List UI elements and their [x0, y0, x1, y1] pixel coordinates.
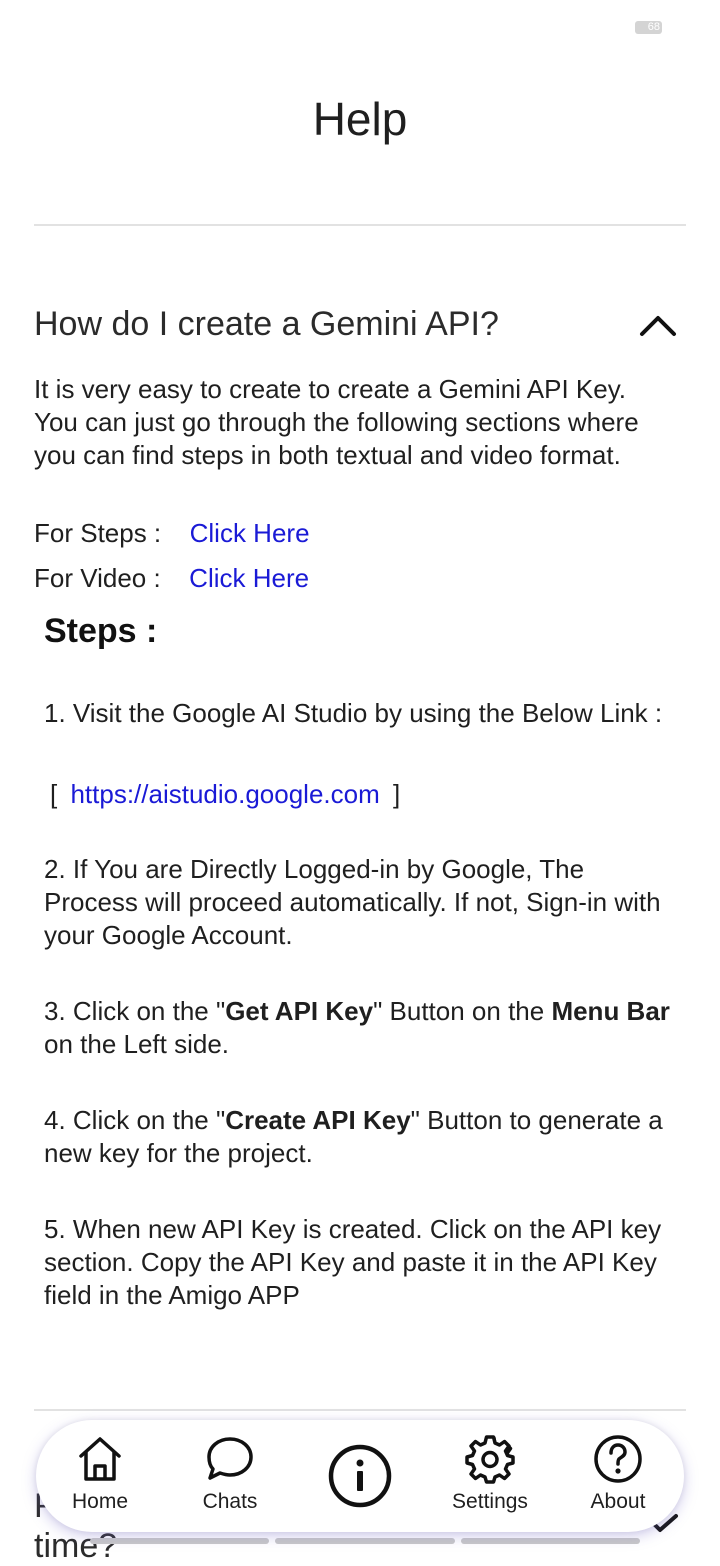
step-3-suffix: on the Left side. — [44, 1029, 230, 1059]
nav-info[interactable] — [328, 1444, 392, 1508]
nav-home[interactable]: Home — [45, 1434, 155, 1514]
video-link-row: For Video : Click Here — [34, 563, 309, 594]
nav-about-label: About — [590, 1490, 646, 1513]
faq-question[interactable]: How do I create a Gemini API? — [34, 305, 499, 344]
step-4-bold-create-api-key: Create API Key — [225, 1105, 411, 1135]
steps-heading: Steps : — [44, 612, 158, 650]
bracket-open: [ — [50, 779, 58, 809]
step-4: 4. Click on the "Create API Key" Button … — [44, 1104, 674, 1170]
nav-settings-label: Settings — [452, 1490, 528, 1513]
nav-chats-label: Chats — [202, 1490, 258, 1513]
steps-link-row: For Steps : Click Here — [34, 518, 310, 549]
next-faq-question-line2[interactable]: time? — [34, 1526, 117, 1566]
step-1-text: 1. Visit the Google AI Studio by using t… — [44, 698, 663, 728]
step-1: 1. Visit the Google AI Studio by using t… — [44, 697, 674, 730]
step-3: 3. Click on the "Get API Key" Button on … — [44, 995, 674, 1061]
chevron-up-icon[interactable] — [636, 306, 680, 342]
battery-indicator: 68 — [635, 21, 662, 34]
title-divider — [34, 224, 686, 226]
help-circle-icon — [594, 1435, 642, 1483]
aistudio-link[interactable]: https://aistudio.google.com — [70, 779, 379, 809]
step-2: 2. If You are Directly Logged-in by Goog… — [44, 854, 661, 950]
video-link-label: For Video : — [34, 563, 161, 593]
gear-icon — [465, 1435, 515, 1484]
step-3-middle: " Button on the — [373, 996, 552, 1026]
steps-link[interactable]: Click Here — [190, 518, 310, 548]
nav-chats[interactable]: Chats — [175, 1434, 285, 1514]
faq-answer: It is very easy to create to create a Ge… — [34, 374, 639, 470]
bracket-close: ] — [393, 779, 401, 809]
chat-bubble-icon — [207, 1437, 253, 1480]
nav-settings[interactable]: Settings — [435, 1434, 545, 1514]
bottom-navigation: Home Chats Settings About — [36, 1420, 684, 1532]
page-title: Help — [312, 93, 408, 145]
step-3-bold-menu-bar: Menu Bar — [551, 996, 670, 1026]
step-4-prefix: 4. Click on the " — [44, 1105, 226, 1135]
nav-home-label: Home — [71, 1490, 129, 1513]
steps-link-label: For Steps : — [34, 518, 162, 548]
step-3-prefix: 3. Click on the " — [44, 996, 226, 1026]
step-5: 5. When new API Key is created. Click on… — [44, 1214, 662, 1310]
video-link[interactable]: Click Here — [189, 563, 309, 593]
faq-divider — [34, 1409, 686, 1411]
info-icon — [328, 1444, 392, 1508]
nav-about[interactable]: About — [563, 1434, 673, 1514]
step-1-link-row: [ https://aistudio.google.com ] — [50, 778, 680, 811]
step-3-bold-get-api-key: Get API Key — [225, 996, 374, 1026]
home-icon — [79, 1437, 121, 1481]
next-faq-placeholder-bars — [90, 1538, 640, 1544]
